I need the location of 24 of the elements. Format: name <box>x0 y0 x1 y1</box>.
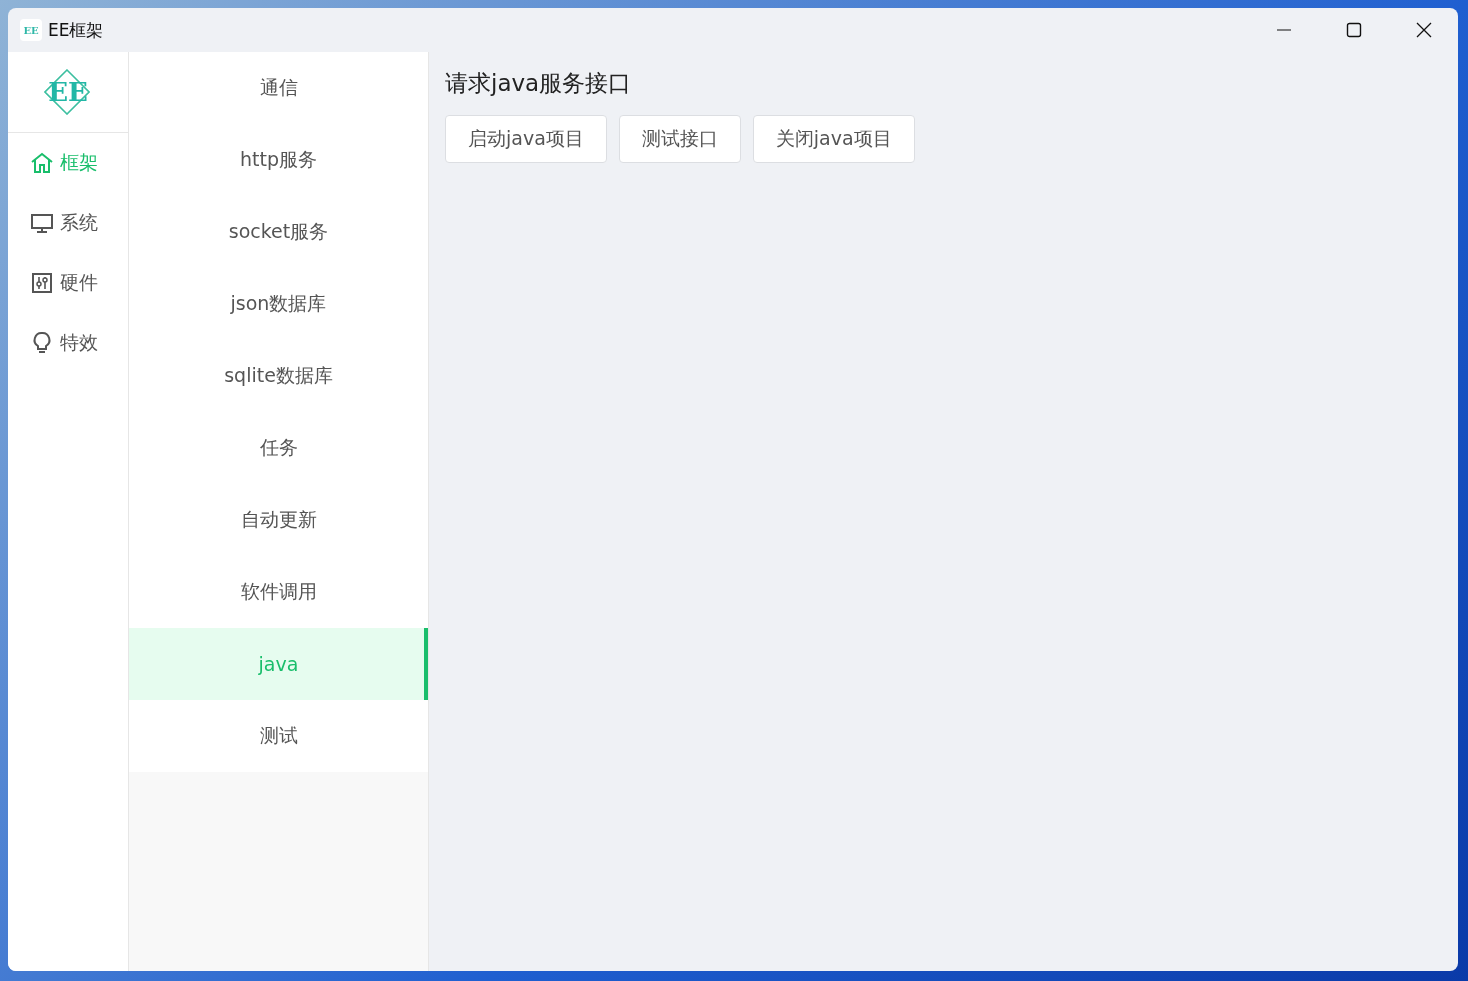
lightbulb-icon <box>30 331 54 355</box>
submenu-item[interactable]: 自动更新 <box>129 484 428 556</box>
nav-item[interactable]: 硬件 <box>8 253 128 313</box>
nav-item[interactable]: 特效 <box>8 313 128 373</box>
action-button[interactable]: 关闭java项目 <box>752 115 915 163</box>
submenu-item[interactable]: sqlite数据库 <box>129 340 428 412</box>
submenu-item[interactable]: 软件调用 <box>129 556 428 628</box>
sliders-icon <box>30 271 54 295</box>
submenu-item[interactable]: json数据库 <box>129 268 428 340</box>
submenu-item[interactable]: 任务 <box>129 412 428 484</box>
close-icon[interactable] <box>1416 22 1432 38</box>
submenu-item[interactable]: socket服务 <box>129 196 428 268</box>
monitor-icon <box>30 211 54 235</box>
action-button[interactable]: 启动java项目 <box>445 115 607 163</box>
action-button[interactable]: 测试接口 <box>618 115 741 163</box>
window-title: EE框架 <box>48 18 104 42</box>
home-icon <box>30 151 54 175</box>
maximize-icon[interactable] <box>1346 22 1362 38</box>
submenu-item[interactable]: 测试 <box>129 700 428 772</box>
nav-item[interactable]: 系统 <box>8 193 128 253</box>
app-logo-icon: EE <box>20 19 42 41</box>
submenu-item[interactable]: 通信 <box>129 52 428 124</box>
page-heading: 请求java服务接口 <box>445 69 633 98</box>
submenu-item[interactable]: http服务 <box>129 124 428 196</box>
